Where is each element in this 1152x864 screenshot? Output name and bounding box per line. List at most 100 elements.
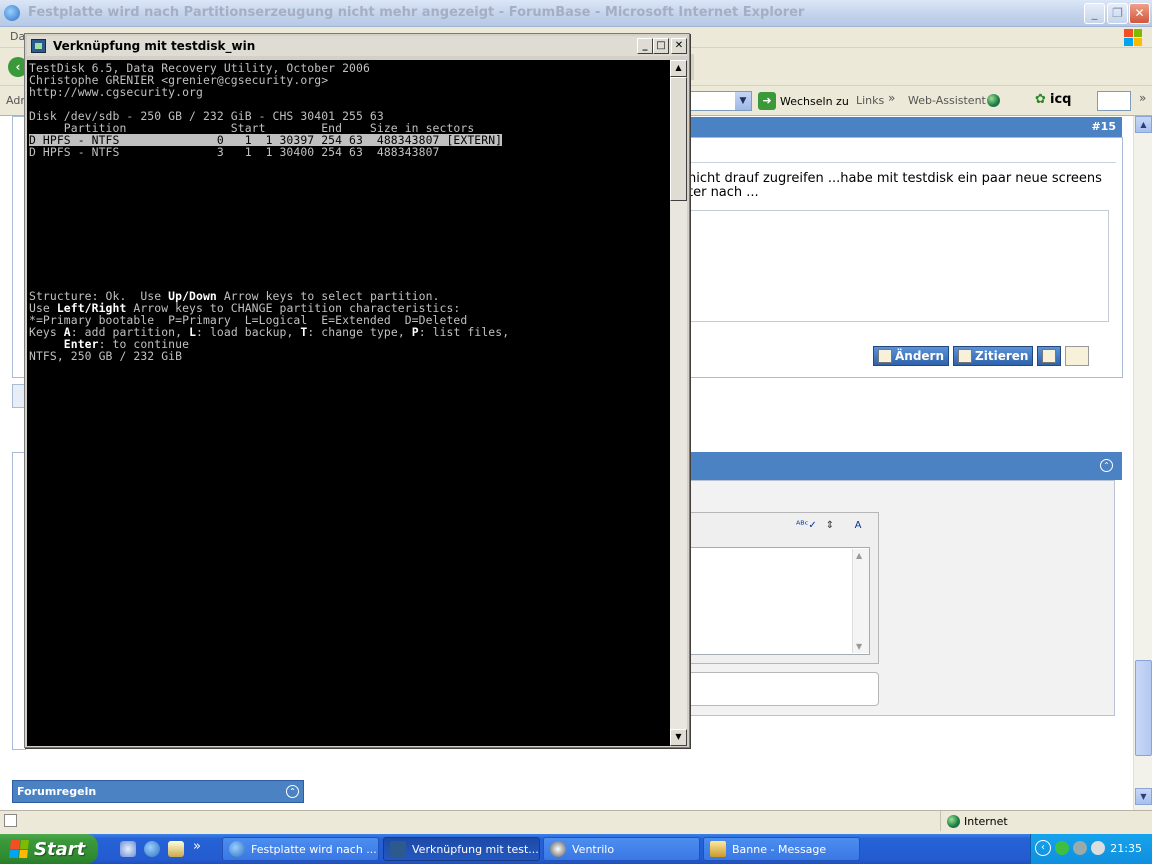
task-label: Festplatte wird nach ...	[251, 842, 377, 856]
go-label: Wechseln zu	[780, 94, 849, 108]
title-input[interactable]	[690, 672, 879, 706]
task-label: Banne - Message	[732, 842, 827, 856]
quick-reply-button[interactable]	[1065, 346, 1090, 366]
security-zone: Internet	[940, 811, 1008, 831]
console-icon	[390, 841, 406, 857]
edit-icon	[878, 349, 892, 363]
start-label: Start	[34, 838, 86, 860]
links-label[interactable]: Links	[856, 94, 884, 107]
signature-box	[690, 210, 1109, 322]
scroll-up-icon[interactable]: ▲	[1135, 116, 1152, 133]
font-format-icon[interactable]: A	[848, 520, 868, 542]
web-assistant-globe-icon[interactable]	[987, 94, 1000, 107]
edit-label: Ändern	[895, 349, 945, 363]
post-number[interactable]: #15	[1091, 120, 1116, 133]
message-textarea[interactable]	[690, 547, 870, 655]
task-console[interactable]: Verknüpfung mit test...	[383, 837, 540, 861]
go-arrow-icon: ➜	[758, 92, 776, 110]
task-ventrilo[interactable]: Ventrilo	[543, 837, 700, 861]
console-icon[interactable]	[31, 39, 46, 53]
icq-tray-icon[interactable]	[1055, 841, 1069, 855]
console-line: http://www.cgsecurity.org	[29, 85, 203, 99]
network-tray-icon[interactable]	[1091, 841, 1105, 855]
ie-logo-icon	[4, 5, 20, 21]
chevron-right-icon[interactable]: »	[888, 91, 895, 105]
scroll-down-icon[interactable]: ▼	[856, 642, 862, 651]
console-screen[interactable]: TestDisk 6.5, Data Recovery Utility, Oct…	[27, 60, 670, 746]
partition-row[interactable]: D HPFS - NTFS 3 1 1 30400 254 63 4883438…	[29, 146, 440, 158]
ventrilo-headset-icon	[550, 841, 566, 857]
quick-reply-icon	[1070, 349, 1085, 363]
system-tray: ‹ 21:35	[1030, 834, 1152, 864]
page-scrollbar[interactable]: ▲ ▼	[1133, 116, 1152, 810]
quick-reply-header: ⌃	[690, 452, 1122, 480]
post-text-line: nicht drauf zugreifen ...habe mit testdi…	[688, 171, 1102, 186]
internet-globe-icon	[947, 814, 960, 828]
scroll-thumb[interactable]	[670, 77, 687, 201]
chevron-right-icon[interactable]: »	[1139, 91, 1146, 105]
toolbar-right-strip	[690, 54, 694, 80]
start-button[interactable]: Start	[0, 834, 98, 864]
multiquote-button[interactable]	[1037, 346, 1062, 366]
task-ie[interactable]: Festplatte wird nach ...	[222, 837, 379, 861]
shield-tray-icon[interactable]	[1073, 841, 1087, 855]
console-window: Verknüpfung mit testdisk_win _ □ ✕ TestD…	[24, 33, 690, 748]
go-button[interactable]: ➜ Wechseln zu	[758, 91, 849, 111]
show-desktop-icon[interactable]	[120, 841, 136, 857]
console-line: NTFS, 250 GB / 232 GiB	[29, 349, 183, 363]
close-button[interactable]: ✕	[671, 38, 687, 54]
collapse-icon[interactable]: ⌃	[1100, 459, 1113, 472]
forumregeln-label: Forumregeln	[17, 785, 97, 798]
scroll-down-icon[interactable]: ▼	[1135, 788, 1152, 805]
media-player-icon[interactable]	[168, 841, 184, 857]
scroll-thumb[interactable]	[1135, 660, 1152, 756]
scroll-up-icon[interactable]: ▲	[670, 60, 687, 77]
task-label: Ventrilo	[572, 842, 615, 856]
icq-flower-icon: ✿	[1035, 92, 1046, 107]
taskbar: Start » Festplatte wird nach ... Verknüp…	[0, 834, 1152, 864]
tray-expand-icon[interactable]: ‹	[1035, 840, 1051, 856]
quote-icon	[958, 349, 973, 363]
maximize-button[interactable]: ❐	[1107, 3, 1128, 24]
ie-window-title: Festplatte wird nach Partitionserzeugung…	[28, 5, 805, 20]
resize-arrows-icon[interactable]: ⇕	[820, 520, 840, 542]
quote-button[interactable]: Zitieren	[953, 346, 1034, 366]
menu-file[interactable]: Da	[10, 30, 25, 43]
address-input[interactable]: ▼	[690, 91, 752, 111]
windows-logo-icon	[9, 840, 29, 858]
ie-quicklaunch-icon[interactable]	[144, 841, 160, 857]
edit-button[interactable]: Ändern	[873, 346, 950, 366]
chevron-down-icon[interactable]: ▼	[735, 92, 751, 110]
multiquote-icon	[1042, 349, 1057, 363]
windows-logo-icon	[1124, 29, 1142, 46]
message-icon	[710, 841, 726, 857]
editor-scrollbar[interactable]: ▲ ▼	[852, 549, 869, 653]
console-title: Verknüpfung mit testdisk_win	[53, 39, 256, 53]
icq-search-input[interactable]	[1097, 91, 1131, 111]
post-body: nicht drauf zugreifen ...habe mit testdi…	[688, 172, 1108, 200]
maximize-button[interactable]: □	[653, 38, 669, 54]
ie-icon	[229, 841, 245, 857]
console-titlebar[interactable]: Verknüpfung mit testdisk_win _ □ ✕	[27, 36, 687, 56]
close-button[interactable]: ✕	[1129, 3, 1150, 24]
scroll-down-icon[interactable]: ▼	[670, 729, 687, 746]
task-message[interactable]: Banne - Message	[703, 837, 860, 861]
spellcheck-icon[interactable]: ᴬᴮᶜ✓	[796, 520, 817, 542]
chevron-right-icon[interactable]: »	[193, 839, 201, 854]
icq-label[interactable]: icq	[1050, 92, 1071, 107]
post-divider	[690, 162, 1116, 163]
forumregeln-header[interactable]: Forumregeln ⌃	[12, 780, 304, 803]
zone-label: Internet	[964, 814, 1008, 828]
minimize-button[interactable]: _	[637, 38, 653, 54]
minimize-button[interactable]: _	[1084, 3, 1105, 24]
scroll-up-icon[interactable]: ▲	[856, 551, 862, 560]
ie-titlebar[interactable]: Festplatte wird nach Partitionserzeugung…	[0, 0, 1152, 27]
web-assistant-label[interactable]: Web-Assistent	[908, 94, 986, 107]
console-scrollbar[interactable]: ▲ ▼	[670, 60, 687, 746]
clock[interactable]: 21:35	[1110, 842, 1142, 855]
post-header: #15	[690, 117, 1122, 137]
address-label: Adr	[6, 94, 25, 107]
collapse-icon[interactable]: ⌃	[286, 785, 299, 798]
status-bar: Internet	[0, 810, 1152, 831]
quote-label: Zitieren	[975, 349, 1029, 363]
